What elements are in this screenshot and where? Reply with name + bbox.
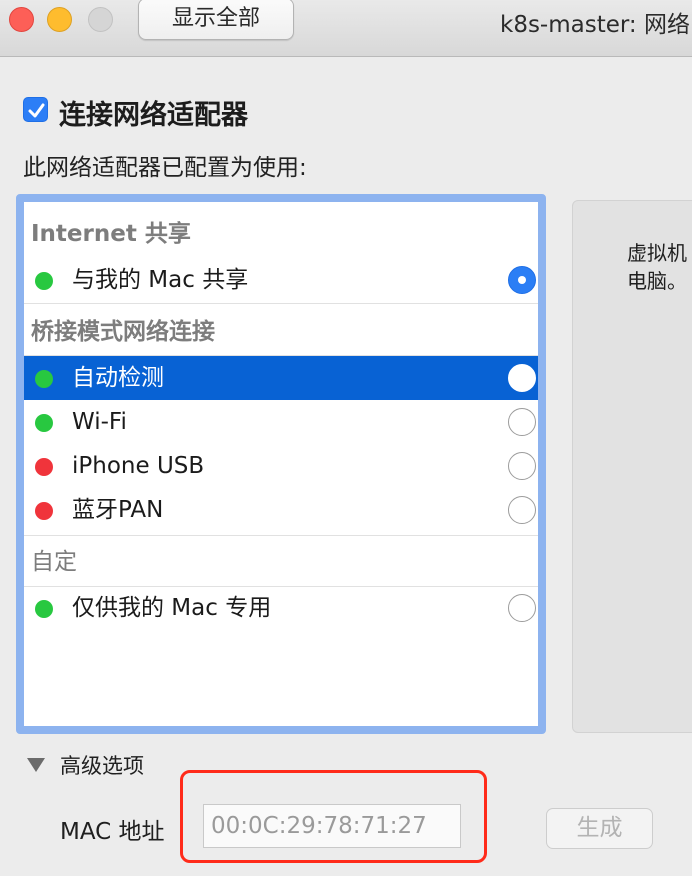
list-item-label: 自动检测 — [72, 365, 164, 391]
generate-button[interactable]: 生成 — [546, 808, 653, 849]
section-header-internet-sharing: Internet 共享 — [31, 221, 191, 247]
description-line: 虚拟机 — [627, 241, 687, 265]
section-header-custom: 自定 — [31, 549, 77, 575]
status-dot-icon — [35, 414, 53, 432]
description-text: 虚拟机 电脑。 — [627, 239, 687, 295]
list-item-iphone-usb[interactable]: iPhone USB — [24, 444, 538, 488]
divider — [24, 535, 538, 536]
show-all-button[interactable]: 显示全部 — [138, 0, 294, 40]
adapter-list-frame: Internet 共享 与我的 Mac 共享 桥接模式网络连接 自动检测 Wi-… — [16, 194, 546, 734]
section-header-bridged: 桥接模式网络连接 — [31, 319, 215, 345]
list-item-label: 蓝牙PAN — [72, 497, 164, 523]
zoom-window-button[interactable] — [88, 7, 113, 32]
radio-button[interactable] — [508, 452, 536, 480]
connect-adapter-label: 连接网络适配器 — [59, 100, 248, 131]
list-item-bluetooth-pan[interactable]: 蓝牙PAN — [24, 488, 538, 532]
list-item-private-to-mac[interactable]: 仅供我的 Mac 专用 — [24, 586, 538, 630]
disclosure-triangle-icon[interactable] — [27, 758, 45, 772]
checkmark-icon — [28, 103, 45, 118]
description-panel: 虚拟机 电脑。 — [572, 200, 692, 733]
status-dot-icon — [35, 272, 53, 290]
list-item-share-with-mac[interactable]: 与我的 Mac 共享 — [24, 258, 538, 302]
radio-button[interactable] — [508, 266, 536, 294]
status-dot-icon — [35, 370, 53, 388]
list-item-label: 与我的 Mac 共享 — [72, 267, 249, 293]
radio-button[interactable] — [508, 364, 536, 392]
close-window-button[interactable] — [9, 7, 34, 32]
list-item-label: 仅供我的 Mac 专用 — [72, 595, 272, 621]
radio-button[interactable] — [508, 408, 536, 436]
divider — [24, 303, 538, 304]
status-dot-icon — [35, 458, 53, 476]
status-dot-icon — [35, 600, 53, 618]
advanced-options-label: 高级选项 — [60, 754, 144, 778]
radio-button[interactable] — [508, 496, 536, 524]
list-item-label: Wi-Fi — [72, 409, 127, 435]
configured-label: 此网络适配器已配置为使用: — [23, 155, 307, 181]
window-title: k8s-master: 网络 — [500, 12, 690, 38]
description-line: 电脑。 — [627, 269, 687, 293]
list-item-wifi[interactable]: Wi-Fi — [24, 400, 538, 444]
connect-adapter-checkbox[interactable] — [23, 97, 48, 122]
list-item-label: iPhone USB — [72, 453, 205, 479]
adapter-list[interactable]: Internet 共享 与我的 Mac 共享 桥接模式网络连接 自动检测 Wi-… — [24, 202, 538, 726]
minimize-window-button[interactable] — [47, 7, 72, 32]
annotation-highlight-box — [180, 770, 487, 863]
title-bar: 显示全部 k8s-master: 网络 — [0, 0, 692, 57]
status-dot-icon — [35, 502, 53, 520]
radio-button[interactable] — [508, 594, 536, 622]
list-item-autodetect[interactable]: 自动检测 — [24, 356, 538, 400]
mac-address-label: MAC 地址 — [60, 819, 165, 845]
